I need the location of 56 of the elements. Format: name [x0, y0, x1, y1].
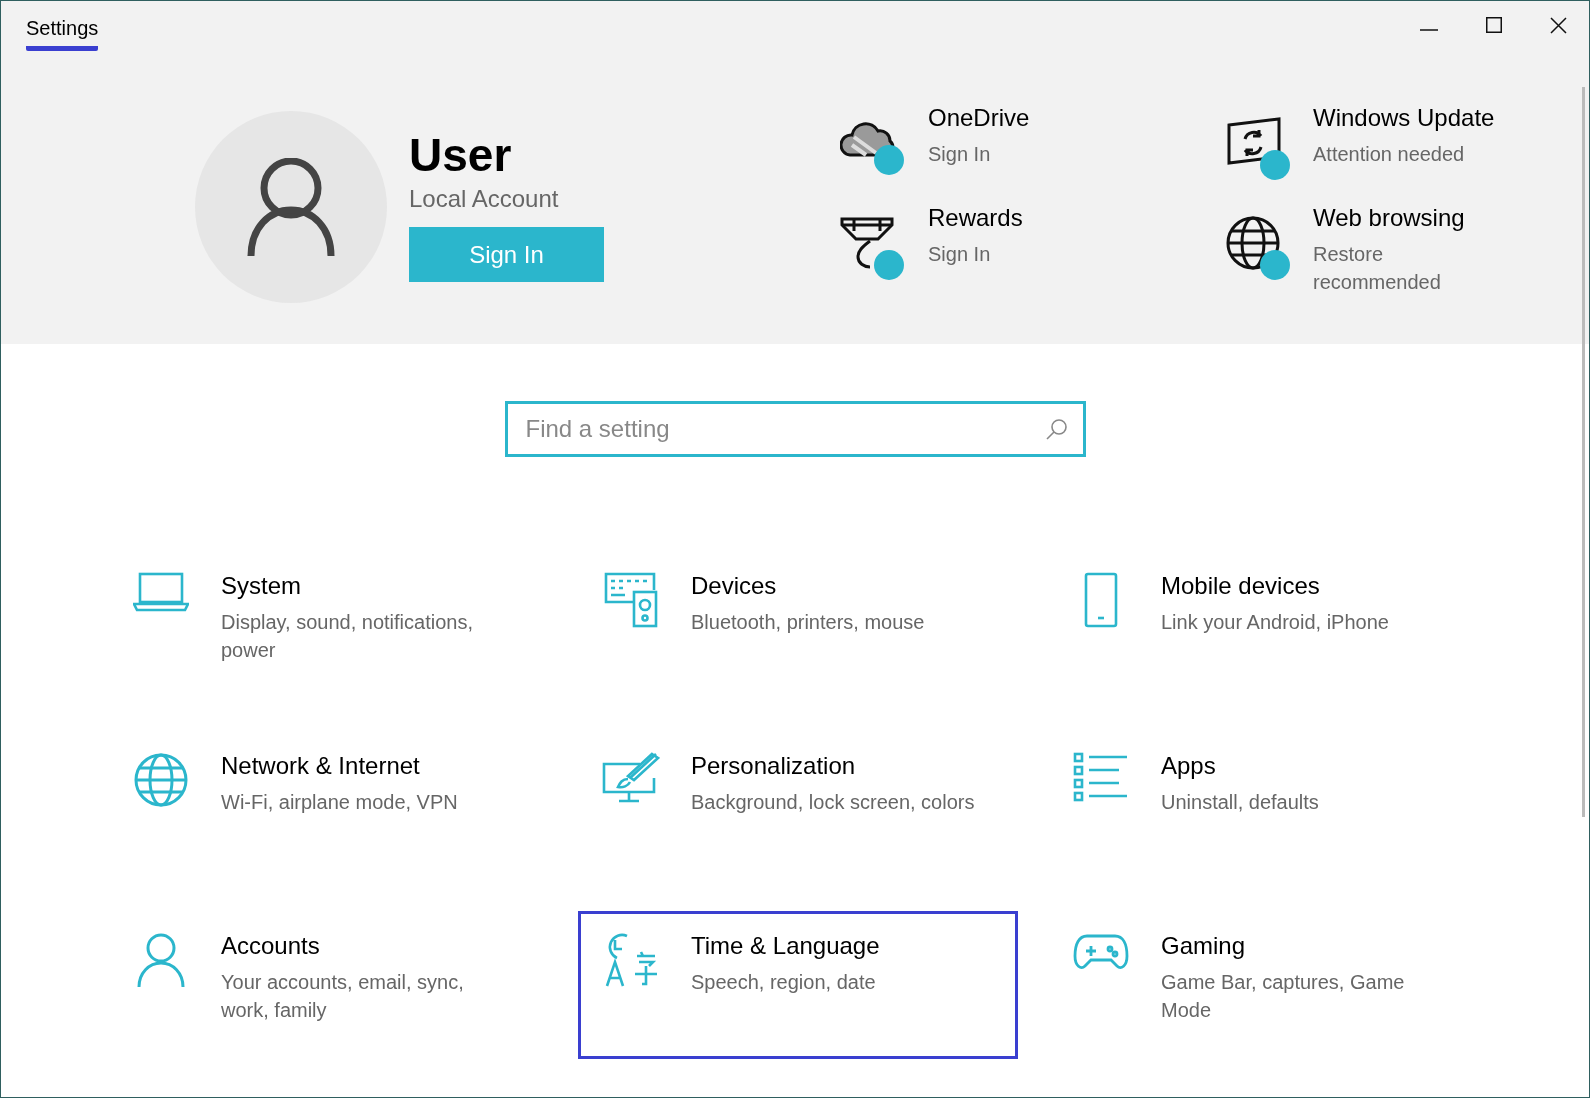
category-description: Link your Android, iPhone: [1161, 610, 1390, 635]
category-tile[interactable]: Mobile devices Link your Android, iPhone: [1048, 551, 1488, 699]
monitor-brush-icon: [602, 752, 660, 804]
category-tile[interactable]: Personalization Background, lock screen, colors: [578, 731, 1018, 879]
search-field[interactable]: Find a setting: [504, 401, 1086, 457]
category-description: Display, sound, notifications, power: [221, 610, 474, 663]
window-title: Settings: [26, 17, 99, 51]
category-title: Gaming: [1161, 932, 1247, 960]
close-icon[interactable]: [1550, 17, 1567, 34]
globe-icon: [133, 752, 189, 808]
category-title: Mobile devices: [1161, 572, 1321, 600]
person-silhouette-icon: [247, 158, 335, 256]
status-text: Sign In: [928, 242, 992, 267]
category-title: System: [221, 572, 302, 600]
category-title: Devices: [691, 572, 778, 600]
category-description: Game Bar, captures, Game Mode: [1161, 970, 1406, 1023]
status-title[interactable]: Web browsing: [1313, 204, 1493, 232]
status-title[interactable]: Rewards: [928, 204, 1108, 232]
category-tile[interactable]: System Display, sound, notifications, power: [108, 551, 548, 699]
category-description: Your accounts, email, sync, work, family: [221, 970, 465, 1023]
globe-badge-icon: [1225, 215, 1291, 281]
category-description: Wi-Fi, airplane mode, VPN: [221, 790, 459, 815]
status-text: Attention needed: [1313, 142, 1466, 167]
phone-icon: [1084, 572, 1118, 628]
category-title: Time & Language: [691, 932, 881, 960]
category-title: Network & Internet: [221, 752, 421, 780]
monitor-sync-badge-icon: [1225, 115, 1291, 181]
category-tile[interactable]: Network & Internet Wi-Fi, airplane mode, VPN: [108, 731, 548, 879]
status-text: Restore recommended: [1313, 242, 1442, 295]
medal-badge-icon: [840, 215, 906, 281]
user-name: User: [409, 128, 512, 183]
category-title: Apps: [1161, 752, 1217, 780]
category-description: Speech, region, date: [691, 970, 877, 995]
category-tile[interactable]: Accounts Your accounts, email, sync, work, family: [108, 911, 548, 1059]
person-icon: [136, 932, 186, 988]
category-description: Background, lock screen, colors: [691, 790, 976, 815]
category-description: Bluetooth, printers, mouse: [691, 610, 926, 635]
gamepad-icon: [1073, 932, 1129, 972]
status-title[interactable]: OneDrive: [928, 104, 1108, 132]
maximize-icon[interactable]: [1486, 17, 1502, 33]
category-tile[interactable]: Devices Bluetooth, printers, mouse: [578, 551, 1018, 699]
scrollbar[interactable]: [1582, 87, 1585, 817]
status-title[interactable]: Windows Update: [1313, 104, 1495, 132]
search-icon: [1045, 418, 1068, 440]
category-tile[interactable]: Gaming Game Bar, captures, Game Mode: [1048, 911, 1488, 1059]
laptop-icon: [133, 572, 189, 612]
clock-letter-icon: [603, 932, 659, 988]
status-text: Sign In: [928, 142, 992, 167]
category-title: Personalization: [691, 752, 857, 780]
category-title: Accounts: [221, 932, 321, 960]
keyboard-speaker-icon: [604, 572, 658, 628]
category-description: Uninstall, defaults: [1161, 790, 1320, 815]
category-tile[interactable]: Time & Language Speech, region, date: [578, 911, 1018, 1059]
account-type: Local Account: [409, 185, 559, 213]
list-icon: [1073, 752, 1129, 802]
category-tile[interactable]: Apps Uninstall, defaults: [1048, 731, 1488, 879]
